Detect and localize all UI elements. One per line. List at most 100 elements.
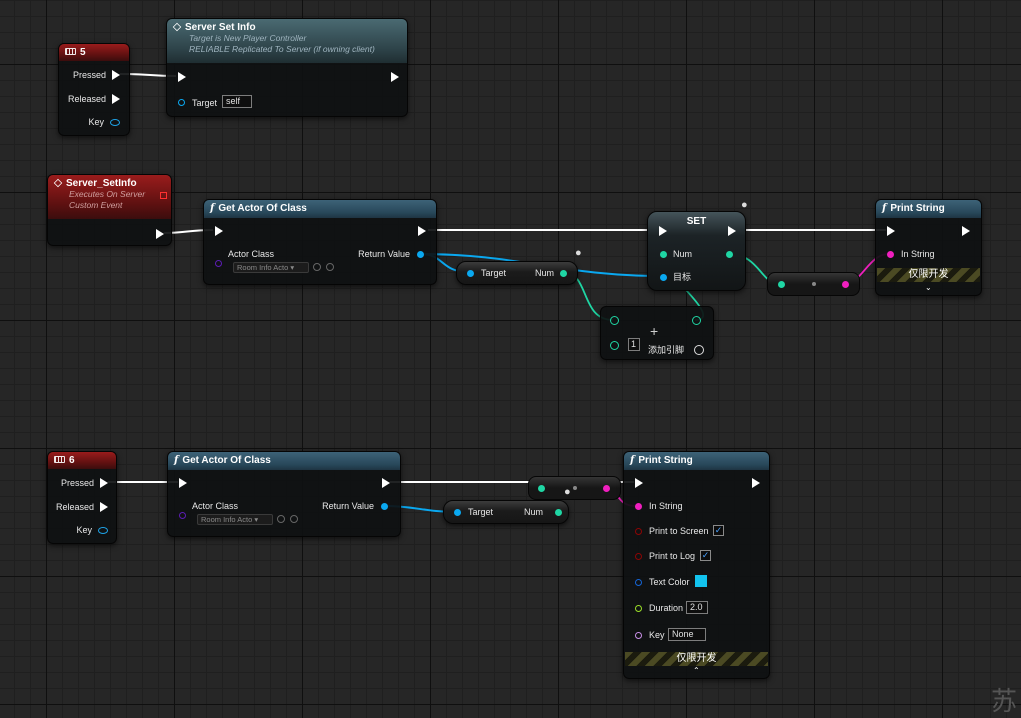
input-key-6-event-node[interactable]: 6 Pressed Released Key (47, 451, 117, 544)
print-to-log-pin[interactable] (635, 553, 642, 560)
target-pin[interactable] (178, 99, 185, 106)
conversion-node-2[interactable] (528, 476, 621, 500)
return-value-label: Return Value (358, 249, 410, 259)
target-pin[interactable] (454, 509, 461, 516)
search-icon[interactable] (290, 515, 298, 523)
print-to-screen-pin[interactable] (635, 528, 642, 535)
pressed-label: Pressed (72, 70, 106, 80)
get-actor-of-class-node-1[interactable]: f Get Actor Of Class Actor Class Room Inf… (203, 199, 437, 285)
exec-output-pin[interactable] (752, 478, 760, 488)
get-num-node-1[interactable]: Target Num (456, 261, 578, 285)
actor-class-dropdown[interactable]: Room Info Acto ▾ (233, 262, 309, 273)
target-label: 目标 (673, 272, 692, 282)
index-field[interactable]: 1 (628, 338, 640, 351)
comment-bubble-icon[interactable]: ● (564, 486, 571, 498)
num-input-pin[interactable] (660, 251, 667, 258)
exec-input-pin[interactable] (179, 478, 187, 488)
chevron-up-icon[interactable]: ⌃ (693, 666, 700, 675)
pressed-exec-pin[interactable] (112, 70, 120, 80)
search-icon[interactable] (326, 263, 334, 271)
target-pin[interactable] (660, 274, 667, 281)
key-field[interactable]: None (668, 628, 706, 641)
node-title: Server_SetInfo (66, 178, 137, 189)
input-pin[interactable] (538, 485, 545, 492)
add-pin-label[interactable]: 添加引脚 (648, 344, 684, 356)
function-icon: f (210, 203, 215, 214)
target-pin[interactable] (467, 270, 474, 277)
pressed-label: Pressed (60, 478, 94, 488)
node-title: Print String (890, 203, 945, 214)
target-value-field[interactable]: self (222, 95, 252, 108)
in-string-pin[interactable] (887, 251, 894, 258)
output-pin[interactable] (842, 281, 849, 288)
get-num-node-2[interactable]: Target Num (443, 500, 569, 524)
released-label: Released (67, 94, 106, 104)
input-b-pin[interactable] (610, 341, 619, 350)
function-icon: f (174, 455, 179, 466)
dropdown-value: Room Info Acto (201, 515, 253, 524)
text-color-swatch[interactable] (695, 575, 707, 587)
return-value-pin[interactable] (417, 251, 424, 258)
print-to-screen-checkbox[interactable]: ✓ (713, 525, 724, 536)
exec-input-pin[interactable] (887, 226, 895, 236)
print-to-screen-label: Print to Screen (649, 526, 709, 536)
get-actor-of-class-node-2[interactable]: f Get Actor Of Class Actor Class Room Inf… (167, 451, 401, 537)
exec-output-pin[interactable] (418, 226, 426, 236)
pressed-exec-pin[interactable] (100, 478, 108, 488)
num-output-pin[interactable] (726, 251, 733, 258)
print-string-node-1[interactable]: f Print String In String 仅限开发 ⌄ (875, 199, 982, 296)
chevron-down-icon: ▾ (290, 263, 295, 272)
append-node[interactable]: + 1 添加引脚 (600, 306, 714, 360)
exec-output-pin[interactable] (728, 226, 736, 236)
num-pin[interactable] (555, 509, 562, 516)
output-pin[interactable] (603, 485, 610, 492)
add-pin-button-icon[interactable] (694, 345, 704, 355)
print-to-log-checkbox[interactable]: ✓ (700, 550, 711, 561)
server-setinfo-custom-event-node[interactable]: Server_SetInfo Executes On Server Custom… (47, 174, 172, 246)
input-key-5-event-node[interactable]: 5 Pressed Released Key (58, 43, 130, 136)
exec-input-pin[interactable] (659, 226, 667, 236)
conversion-node-1[interactable] (767, 272, 860, 296)
exec-output-pin[interactable] (391, 72, 399, 82)
exec-output-pin[interactable] (156, 229, 164, 239)
num-pin[interactable] (560, 270, 567, 277)
exec-input-pin[interactable] (215, 226, 223, 236)
actor-class-dropdown[interactable]: Room Info Acto ▾ (197, 514, 273, 525)
key-pin[interactable] (635, 632, 642, 639)
exec-input-pin[interactable] (178, 72, 186, 82)
browse-icon[interactable] (313, 263, 321, 271)
duration-pin[interactable] (635, 605, 642, 612)
output-pin[interactable] (692, 316, 701, 325)
actor-class-pin[interactable] (179, 512, 186, 519)
key-output-pin[interactable] (98, 527, 108, 534)
exec-input-pin[interactable] (635, 478, 643, 488)
input-pin[interactable] (778, 281, 785, 288)
released-exec-pin[interactable] (112, 94, 120, 104)
browse-icon[interactable] (277, 515, 285, 523)
breakpoint-icon[interactable] (160, 192, 167, 199)
comment-bubble-icon[interactable]: ● (741, 199, 748, 211)
return-value-pin[interactable] (381, 503, 388, 510)
exec-output-pin[interactable] (382, 478, 390, 488)
target-label: Target (481, 268, 507, 278)
set-node[interactable]: SET Num 目标 (647, 211, 746, 291)
print-string-node-2[interactable]: f Print String In String Print to Screen … (623, 451, 770, 679)
server-set-info-node[interactable]: Server Set Info Target is New Player Con… (166, 18, 408, 117)
event-diamond-icon (53, 178, 63, 188)
exec-output-pin[interactable] (962, 226, 970, 236)
input-a-pin[interactable] (610, 316, 619, 325)
key-label: Key (649, 630, 665, 640)
conversion-dot (573, 486, 577, 490)
node-title: Get Actor Of Class (182, 455, 271, 466)
in-string-pin[interactable] (635, 503, 642, 510)
duration-field[interactable]: 2.0 (686, 601, 708, 614)
text-color-pin[interactable] (635, 579, 642, 586)
comment-bubble-icon[interactable]: ● (575, 247, 582, 259)
chevron-down-icon[interactable]: ⌄ (925, 283, 932, 292)
function-icon: f (882, 203, 887, 214)
in-string-label: In String (901, 249, 935, 259)
released-exec-pin[interactable] (100, 502, 108, 512)
conversion-dot (812, 282, 816, 286)
actor-class-pin[interactable] (215, 260, 222, 267)
key-output-pin[interactable] (110, 119, 120, 126)
